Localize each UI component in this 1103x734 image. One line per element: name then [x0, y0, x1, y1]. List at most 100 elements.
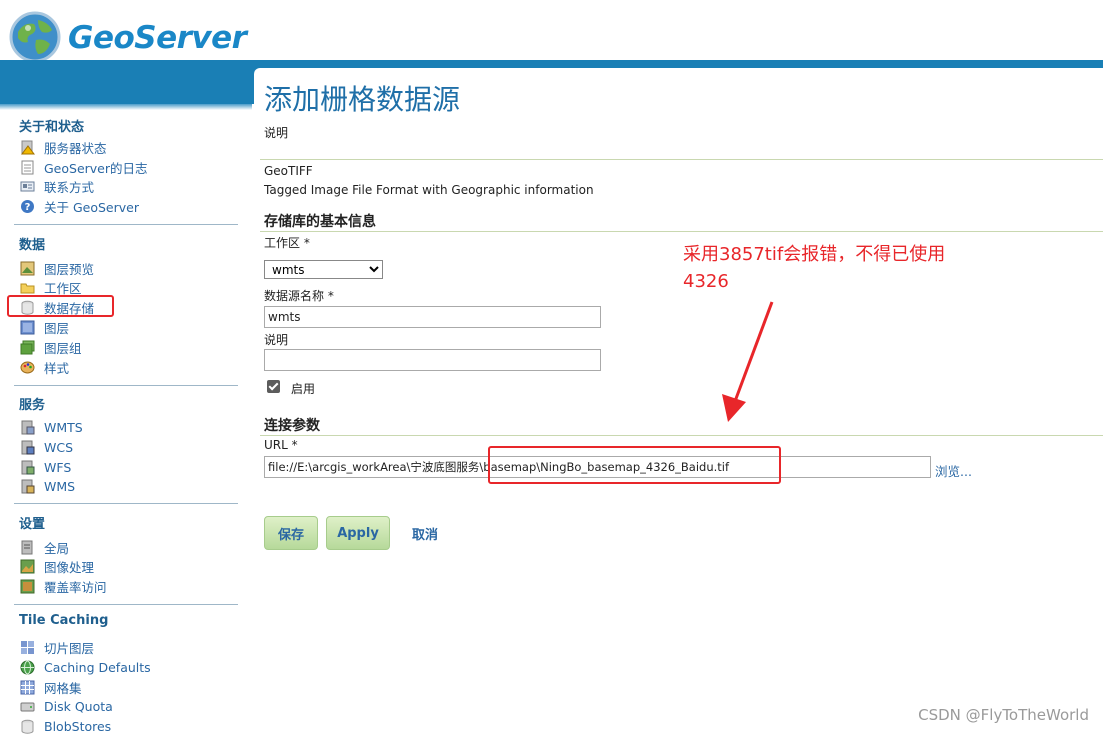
sidebar-item-caching-defaults[interactable]: Caching Defaults: [20, 658, 151, 676]
sidebar-item-label: Caching Defaults: [44, 659, 151, 675]
sidebar-item-tile-layers[interactable]: 切片图层: [20, 638, 94, 656]
sidebar-item-workspaces[interactable]: 工作区: [20, 278, 82, 296]
annotation-highlight-url: [488, 446, 781, 484]
coverage-access-icon: [20, 579, 35, 594]
geoserver-globe-icon[interactable]: [8, 10, 62, 64]
svg-text:?: ?: [25, 202, 31, 213]
browse-link[interactable]: 浏览...: [935, 461, 972, 480]
disk-icon: [20, 699, 35, 714]
sidebar-divider: [14, 604, 238, 605]
blobstore-icon: [20, 719, 35, 734]
contact-card-icon: [20, 179, 35, 194]
sidebar-item-server-status[interactable]: 服务器状态: [20, 138, 107, 156]
sidebar-section-settings: 设置: [19, 517, 46, 532]
log-file-icon: [20, 160, 35, 175]
sidebar-item-label: WCS: [44, 439, 74, 455]
sidebar-section-tile-caching: Tile Caching: [19, 613, 109, 628]
description-input[interactable]: [264, 349, 601, 371]
divider: [260, 159, 1103, 160]
sidebar-item-wmts[interactable]: WMTS: [20, 418, 83, 436]
sidebar-divider: [14, 385, 238, 386]
description-field-label: 说明: [264, 333, 289, 347]
sidebar-item-label: 样式: [44, 360, 70, 376]
layer-preview-icon: [20, 261, 35, 276]
service-server-icon: [20, 420, 35, 435]
watermark: CSDN @FlyToTheWorld: [918, 706, 1089, 724]
sidebar-item-wms[interactable]: WMS: [20, 477, 75, 495]
annotation-text: 采用3857tif会报错，不得已使用 4326: [683, 241, 945, 295]
sidebar-item-contact[interactable]: 联系方式: [20, 177, 94, 195]
sidebar-item-wcs[interactable]: WCS: [20, 438, 73, 456]
sidebar-item-label: WMS: [44, 478, 76, 494]
datasource-name-input[interactable]: [264, 306, 601, 328]
sidebar-item-label: 图层预览: [44, 261, 95, 277]
sidebar-item-about-geoserver[interactable]: ? 关于 GeoServer: [20, 197, 139, 215]
cancel-link[interactable]: 取消: [412, 524, 438, 543]
sidebar-item-label: GeoServer的日志: [44, 160, 148, 176]
sidebar-divider: [14, 224, 238, 225]
workspace-label: 工作区 *: [264, 236, 310, 250]
sidebar-item-label: 图层组: [44, 340, 82, 356]
service-server-icon: [20, 440, 35, 455]
sidebar-section-services: 服务: [19, 398, 46, 413]
image-processing-icon: [20, 559, 35, 574]
sidebar-section-about-status: 关于和状态: [19, 120, 85, 135]
global-settings-icon: [20, 540, 35, 555]
sidebar-item-label: 工作区: [44, 280, 82, 296]
enabled-label: 启用: [291, 382, 316, 396]
server-status-icon: [20, 140, 35, 155]
grid-icon: [20, 680, 35, 695]
enabled-checkbox[interactable]: [267, 380, 280, 393]
layer-icon: [20, 320, 35, 335]
divider: [260, 231, 1103, 232]
sidebar-item-gridsets[interactable]: 网格集: [20, 678, 82, 696]
annotation-highlight-data-stores: [7, 295, 114, 317]
sidebar-item-layers[interactable]: 图层: [20, 318, 69, 336]
basic-info-heading: 存储库的基本信息: [264, 214, 376, 230]
tile-grid-icon: [20, 640, 35, 655]
service-server-icon: [20, 479, 35, 494]
sidebar-item-blobstores[interactable]: BlobStores: [20, 717, 111, 734]
sidebar-item-image-processing[interactable]: 图像处理: [20, 557, 94, 575]
page-description-label: 说明: [264, 126, 289, 140]
workspace-select[interactable]: wmts: [264, 260, 383, 279]
apply-button[interactable]: Apply: [326, 516, 390, 550]
connection-params-heading: 连接参数: [264, 418, 320, 434]
main-panel: 添加栅格数据源 说明 GeoTIFF Tagged Image File For…: [254, 68, 1103, 734]
sidebar-item-label: BlobStores: [44, 718, 112, 734]
sidebar-item-label: 图层: [44, 320, 70, 336]
sidebar-item-wfs[interactable]: WFS: [20, 458, 71, 476]
sidebar-item-label: 切片图层: [44, 640, 95, 656]
sidebar-item-label: 覆盖率访问: [44, 579, 107, 595]
datasource-name-label: 数据源名称 *: [264, 289, 334, 303]
sidebar-item-geoserver-logs[interactable]: GeoServer的日志: [20, 158, 148, 176]
sidebar-item-label: 网格集: [44, 680, 82, 696]
annotation-arrow-icon: [722, 301, 774, 422]
divider: [260, 435, 1103, 436]
annotation-line-2: 4326: [683, 271, 729, 292]
logo-text[interactable]: GeoServer: [68, 20, 247, 56]
sidebar-item-global[interactable]: 全局: [20, 538, 69, 556]
annotation-line-1: 采用3857tif会报错，不得已使用: [683, 244, 946, 265]
layer-group-icon: [20, 340, 35, 355]
sidebar-item-disk-quota[interactable]: Disk Quota: [20, 697, 113, 715]
sidebar-item-label: 图像处理: [44, 559, 95, 575]
sidebar: 关于和状态 服务器状态 GeoServer的日志 联系方式 ? 关于 GeoSe…: [0, 110, 252, 734]
sidebar-item-coverage-access[interactable]: 覆盖率访问: [20, 577, 107, 595]
sidebar-item-layer-groups[interactable]: 图层组: [20, 338, 82, 356]
sidebar-item-styles[interactable]: 样式: [20, 358, 69, 376]
sidebar-item-label: WMTS: [44, 419, 83, 435]
format-name: GeoTIFF: [264, 164, 313, 178]
header: GeoServer: [0, 0, 1103, 63]
sidebar-item-label: 联系方式: [44, 179, 95, 195]
url-label: URL *: [264, 438, 298, 452]
sidebar-item-label: WFS: [44, 459, 72, 475]
sidebar-item-label: Disk Quota: [44, 698, 113, 714]
palette-icon: [20, 360, 35, 375]
sidebar-section-data: 数据: [19, 238, 46, 253]
format-description: Tagged Image File Format with Geographic…: [264, 183, 594, 197]
help-question-icon: ?: [20, 199, 35, 214]
sidebar-item-layer-preview[interactable]: 图层预览: [20, 259, 94, 277]
sidebar-item-label: 全局: [44, 540, 70, 556]
save-button[interactable]: 保存: [264, 516, 318, 550]
